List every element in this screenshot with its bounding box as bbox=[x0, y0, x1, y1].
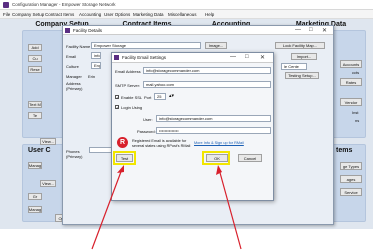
arrow-head-ok bbox=[216, 165, 222, 175]
arrow-head-test bbox=[117, 165, 124, 173]
arrow-to-ok bbox=[218, 168, 242, 250]
annotation-arrows bbox=[91, 165, 242, 250]
arrow-to-test bbox=[91, 168, 123, 250]
